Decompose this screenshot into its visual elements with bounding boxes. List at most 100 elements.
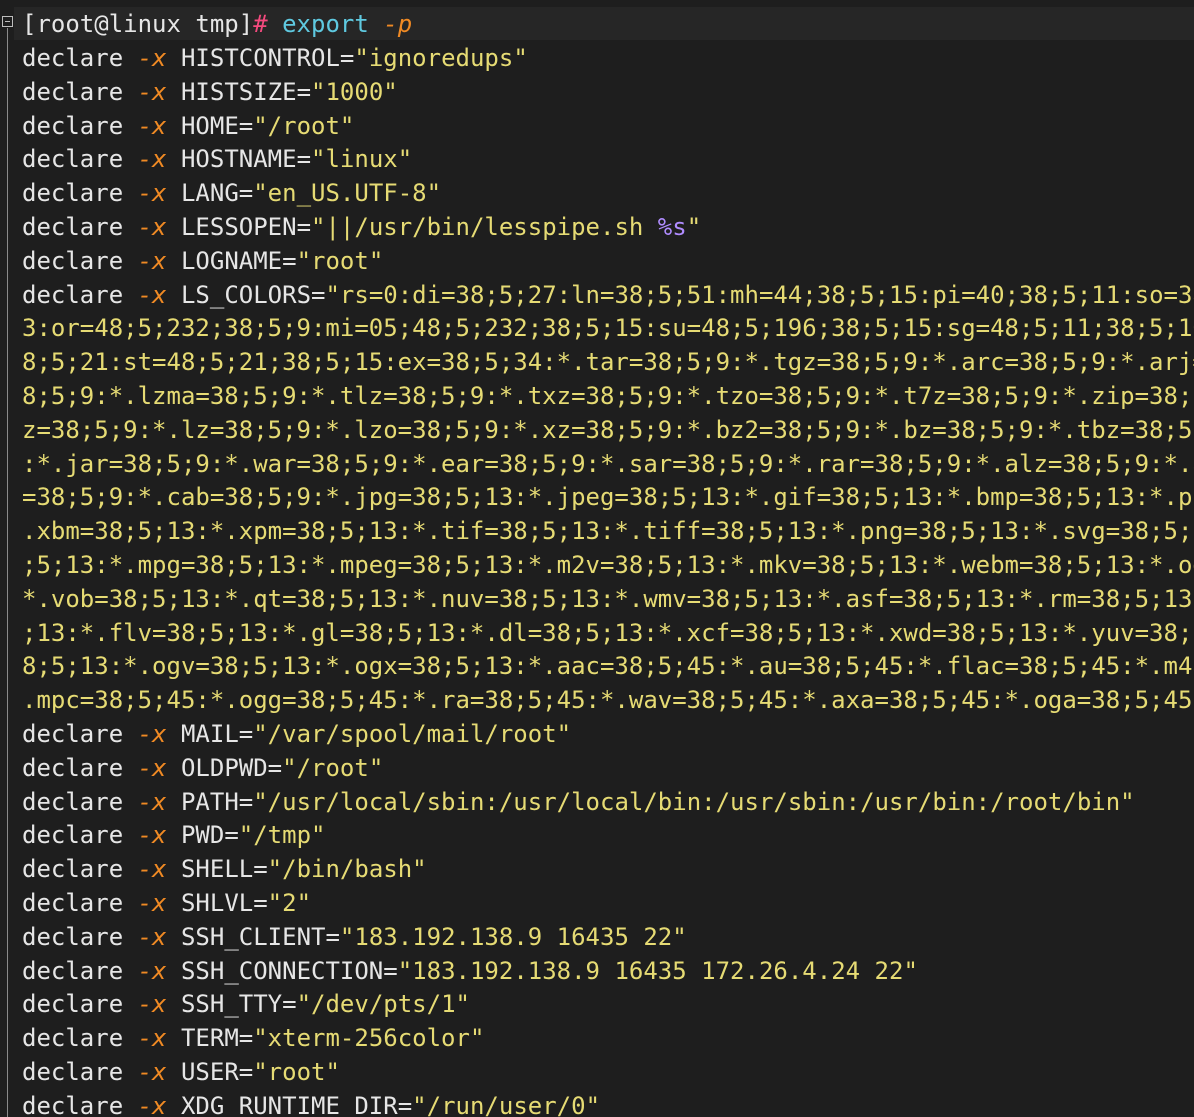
declare-line: declare -x OLDPWD="/root" (22, 751, 383, 785)
variable-name: TERM (180, 1024, 239, 1053)
equals-sign: = (296, 145, 312, 174)
prompt-symbol: # (253, 10, 268, 38)
declare-keyword: declare (22, 787, 124, 816)
declare-keyword: declare (22, 753, 124, 782)
declare-line: declare -x HISTSIZE="1000" (22, 75, 398, 109)
variable-value: "/usr/local/sbin:/usr/local/bin:/usr/sbi… (253, 787, 1135, 816)
equals-sign: = (238, 720, 254, 748)
variable-value: "linux" (311, 145, 413, 174)
declare-flag: -x (137, 889, 167, 917)
equals-sign: = (238, 787, 254, 816)
declare-line: declare -x XDG_RUNTIME_DIR="/run/user/0" (22, 1089, 600, 1117)
declare-line: declare -x HOSTNAME="linux" (22, 142, 412, 176)
equals-sign: = (267, 753, 283, 782)
declare-line: declare -x SHELL="/bin/bash" (22, 852, 427, 886)
variable-name: PATH (180, 787, 239, 816)
variable-value: "root" (296, 246, 384, 275)
variable-value-continued: z=38;5;9:*.lz=38;5;9:*.lzo=38;5;9:*.xz=3… (22, 415, 1194, 444)
command-name: export (282, 10, 369, 38)
declare-keyword: declare (22, 213, 124, 241)
variable-value: "/var/spool/mail/root" (253, 720, 572, 748)
variable-value: "/tmp" (238, 821, 326, 850)
command-flag: -p (383, 10, 413, 38)
equals-sign: = (296, 77, 312, 106)
variable-name: LESSOPEN (180, 213, 297, 241)
declare-keyword: declare (22, 922, 124, 951)
declare-line: declare -x PATH="/usr/local/sbin:/usr/lo… (22, 785, 1135, 819)
variable-name: OLDPWD (180, 753, 268, 782)
declare-keyword: declare (22, 720, 124, 748)
declare-flag: -x (137, 1058, 167, 1086)
wrapped-line: ;13:*.flv=38;5;13:*.gl=38;5;13:*.dl=38;5… (22, 616, 1194, 650)
wrapped-line: 3:or=48;5;232;38;5;9:mi=05;48;5;232;38;5… (22, 311, 1194, 345)
declare-keyword: declare (22, 821, 124, 850)
declare-flag: -x (137, 77, 167, 106)
declare-line: declare -x SSH_TTY="/dev/pts/1" (22, 987, 470, 1021)
declare-line: declare -x SSH_CONNECTION="183.192.138.9… (22, 954, 918, 988)
variable-value-continued: ;5;13:*.mpg=38;5;13:*.mpeg=38;5;13:*.m2v… (22, 551, 1194, 579)
declare-flag: -x (137, 720, 167, 748)
declare-keyword: declare (22, 246, 124, 275)
declare-keyword: declare (22, 1024, 124, 1053)
declare-flag: -x (137, 1024, 167, 1053)
format-specifier: %s (657, 213, 687, 241)
declare-flag: -x (137, 753, 167, 782)
variable-value: "ignoredups" (354, 44, 528, 72)
declare-flag: -x (137, 145, 167, 174)
declare-line: declare -x LOGNAME="root" (22, 244, 383, 278)
prompt-user-host-dir: [root@linux tmp] (22, 10, 254, 38)
variable-value: "/root" (253, 111, 355, 140)
variable-value: "||/usr/bin/lesspipe.sh (311, 213, 658, 241)
equals-sign: = (253, 855, 268, 884)
declare-keyword: declare (22, 280, 124, 309)
declare-flag: -x (137, 990, 167, 1019)
declare-flag: -x (137, 956, 167, 985)
variable-name: MAIL (180, 720, 239, 748)
terminal-window[interactable]: [root@linux tmp]# export -p declare -x H… (0, 0, 1194, 1117)
variable-value: "2" (267, 889, 312, 917)
declare-line: declare -x PWD="/tmp" (22, 818, 325, 852)
declare-line: declare -x SHLVL="2" (22, 886, 311, 920)
variable-value-continued: 8;5;21:st=48;5;21;38;5;15:ex=38;5;34:*.t… (22, 348, 1194, 377)
declare-line: declare -x HOME="/root" (22, 109, 354, 143)
variable-name: LS_COLORS (180, 280, 312, 309)
variable-name: LANG (180, 179, 239, 208)
variable-name: SHELL (180, 855, 254, 884)
fold-collapse-icon[interactable] (2, 16, 13, 27)
variable-value-continued: 3:or=48;5;232;38;5;9:mi=05;48;5;232;38;5… (22, 314, 1194, 343)
declare-keyword: declare (22, 956, 124, 985)
declare-line: declare -x LANG="en_US.UTF-8" (22, 176, 441, 210)
equals-sign: = (325, 922, 340, 951)
variable-value: "/bin/bash" (267, 855, 427, 884)
wrapped-line: 8;5;9:*.lzma=38;5;9:*.tlz=38;5;9:*.txz=3… (22, 379, 1194, 413)
variable-value: "rs=0:di=38;5;27:ln=38;5;51:mh=44;38;5;1… (325, 280, 1194, 309)
variable-value-continued: =38;5;9:*.cab=38;5;9:*.jpg=38;5;13:*.jpe… (22, 483, 1194, 512)
wrapped-line: .mpc=38;5;45:*.ogg=38;5;45:*.ra=38;5;45:… (22, 683, 1194, 717)
variable-value: "183.192.138.9 16435 172.26.4.24 22" (397, 956, 918, 985)
variable-value-continued: .mpc=38;5;45:*.ogg=38;5;45:*.ra=38;5;45:… (22, 686, 1194, 715)
wrapped-line: :*.jar=38;5;9:*.war=38;5;9:*.ear=38;5;9:… (22, 447, 1194, 481)
declare-keyword: declare (22, 889, 124, 917)
declare-keyword: declare (22, 855, 124, 884)
variable-name: USER (180, 1058, 239, 1086)
equals-sign: = (383, 956, 398, 985)
variable-name: PWD (180, 821, 225, 850)
variable-value: "/run/user/0" (412, 1091, 601, 1117)
equals-sign: = (238, 1058, 254, 1086)
variable-name: HISTSIZE (180, 77, 297, 106)
variable-name: SSH_TTY (180, 990, 283, 1019)
declare-line: declare -x SSH_CLIENT="183.192.138.9 164… (22, 920, 687, 954)
declare-keyword: declare (22, 1058, 124, 1086)
prompt-line: [root@linux tmp]# export -p (22, 7, 412, 41)
declare-keyword: declare (22, 1091, 124, 1117)
equals-sign: = (311, 280, 326, 309)
declare-keyword: declare (22, 77, 124, 106)
variable-value-continued: .xbm=38;5;13:*.xpm=38;5;13:*.tif=38;5;13… (22, 517, 1194, 546)
variable-value-continued: 8;5;13:*.ogv=38;5;13:*.ogx=38;5;13:*.aac… (22, 652, 1194, 681)
variable-value: "1000" (311, 77, 398, 106)
equals-sign: = (339, 44, 355, 72)
declare-flag: -x (137, 213, 167, 241)
wrapped-line: 8;5;21:st=48;5;21;38;5;15:ex=38;5;34:*.t… (22, 345, 1194, 379)
variable-name: HISTCONTROL (180, 44, 340, 72)
variable-value: "183.192.138.9 16435 22" (339, 922, 687, 951)
